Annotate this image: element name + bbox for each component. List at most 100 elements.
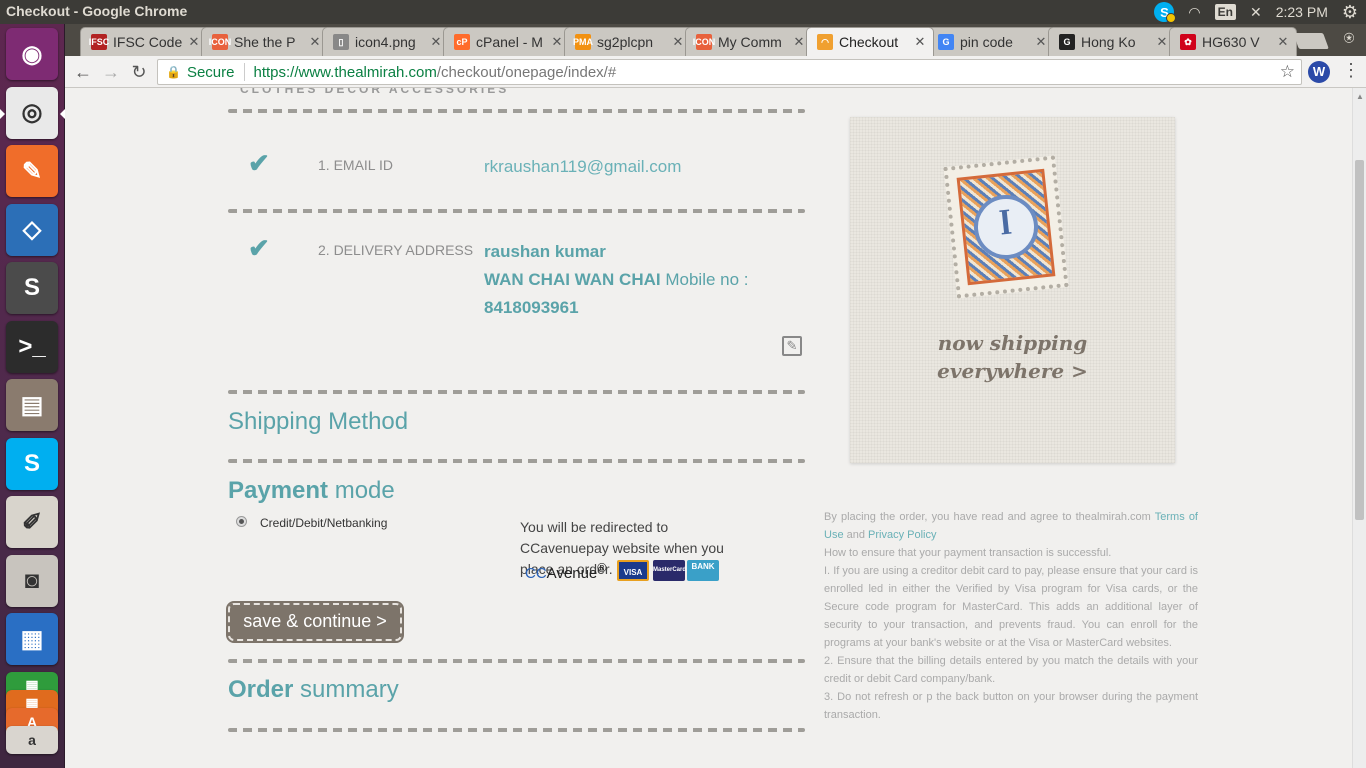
launcher-skype-icon[interactable]: S [6, 437, 58, 490]
promo-line-1: now shipping [937, 331, 1088, 355]
profile-icon[interactable]: ⍟ [1337, 28, 1361, 52]
terms-point-3: 3. Do not refresh or p the back button o… [824, 691, 1198, 721]
url-host: https://www.thealmirah.com [253, 63, 437, 81]
address-name: raushan kumar [484, 242, 606, 261]
new-tab-button[interactable] [1293, 33, 1329, 49]
launcher-virtualbox-icon[interactable]: ◇ [6, 203, 58, 256]
page-viewport: CLOTHES DECOR ACCESSORIES ✔ 1. EMAIL ID … [65, 88, 1352, 768]
tab-favicon-icon: cP [454, 34, 470, 50]
wifi-icon[interactable]: ◠ [1188, 4, 1200, 21]
close-tab-icon[interactable]: ✕ [913, 34, 927, 50]
launcher-amazon-icon[interactable]: a [6, 725, 58, 754]
payment-mode-heading: Payment mode [228, 477, 395, 505]
privacy-policy-link[interactable]: Privacy Policy [868, 529, 936, 541]
dashed-divider [228, 390, 805, 394]
payment-radio[interactable] [236, 516, 247, 527]
close-tab-icon[interactable]: ✕ [308, 34, 322, 50]
gear-icon[interactable]: ⚙ [1342, 2, 1358, 23]
bookmark-star-icon[interactable]: ☆ [1280, 62, 1295, 82]
close-tab-icon[interactable]: ✕ [550, 34, 564, 50]
checkmark-icon: ✔ [248, 233, 270, 263]
promo-text: now shipping everywhere > [850, 329, 1175, 385]
system-top-panel: Checkout - Google Chrome S ◠ En ✕ 2:23 P… [0, 0, 1366, 24]
system-tray: S ◠ En ✕ 2:23 PM ⚙ [1154, 0, 1366, 24]
tab-label: My Comm [718, 34, 782, 50]
dashed-divider [228, 209, 805, 213]
ccavenue-cc: CC [525, 565, 547, 582]
payment-terms: By placing the order, you have read and … [824, 508, 1198, 724]
omnibox-divider [244, 63, 246, 81]
launcher-file-manager-icon[interactable]: ▤ [6, 379, 58, 431]
scroll-up-icon[interactable]: ▲ [1356, 92, 1364, 101]
launcher-chrome-icon[interactable]: ◎ [0, 86, 65, 139]
ccavenue-rest: Avenue [546, 565, 598, 582]
skype-tray-icon[interactable]: S [1154, 2, 1177, 23]
top-nav-cut-off: CLOTHES DECOR ACCESSORIES [240, 88, 510, 96]
dashed-divider [228, 659, 805, 663]
order-summary-heading[interactable]: Order summary [228, 676, 399, 704]
tab-2[interactable]: ▯ icon4.png ✕ [322, 27, 450, 56]
tab-label: IFSC Code [113, 34, 183, 50]
tab-label: HG630 V [1202, 34, 1260, 50]
delivery-address: raushan kumar WAN CHAI WAN CHAI Mobile n… [484, 238, 784, 322]
tab-3[interactable]: cP cPanel - M ✕ [443, 27, 571, 56]
tab-favicon-icon: ICON [209, 34, 231, 50]
save-continue-button[interactable]: save & continue > [226, 601, 404, 643]
shipping-promo-banner[interactable]: ꟾ now shipping everywhere > [850, 117, 1175, 463]
lock-icon: 🔒 [166, 65, 181, 79]
stamp-illustration: ꟾ [943, 155, 1069, 299]
order-heading-bold: Order [228, 676, 294, 703]
payment-heading-bold: Payment [228, 477, 329, 504]
close-tab-icon[interactable]: ✕ [1276, 34, 1290, 50]
launcher-postman-icon[interactable]: ✎ [6, 145, 58, 197]
tab-1[interactable]: ICON She the P ✕ [201, 27, 329, 56]
forward-icon[interactable]: → [99, 60, 123, 84]
terms-and: and [843, 529, 869, 541]
launcher-sublime-text-icon[interactable]: S [6, 262, 58, 314]
launcher-ubuntu-dash-icon[interactable]: ◉ [6, 28, 58, 80]
payment-option-label[interactable]: Credit/Debit/Netbanking [260, 516, 387, 530]
terms-point-2: 2. Ensure that the billing details enter… [824, 655, 1198, 685]
launcher-terminal-icon[interactable]: >_ [6, 320, 58, 373]
clock[interactable]: 2:23 PM [1276, 4, 1328, 20]
browser-toolbar: ← → ↻ 🔒 Secure https://www.thealmirah.co… [65, 56, 1366, 88]
tab-label: pin code [960, 34, 1013, 50]
tab-favicon-icon: G [938, 34, 954, 50]
stamp-pattern: ꟾ [956, 168, 1056, 286]
reload-icon[interactable]: ↻ [127, 60, 151, 84]
bank-card-icon: BANK [687, 560, 719, 581]
tab-0[interactable]: IFSC IFSC Code ✕ [80, 27, 208, 56]
back-icon[interactable]: ← [71, 60, 95, 84]
keyboard-layout-indicator[interactable]: En [1214, 4, 1236, 20]
close-tab-icon[interactable]: ✕ [1034, 34, 1048, 50]
close-tab-icon[interactable]: ✕ [429, 34, 443, 50]
tab-4[interactable]: PMA sg2plcpn ✕ [564, 27, 692, 56]
close-tab-icon[interactable]: ✕ [187, 34, 201, 50]
close-tab-icon[interactable]: ✕ [792, 34, 806, 50]
launcher-camera-icon[interactable]: ◙ [6, 554, 58, 607]
tab-8[interactable]: G Hong Ko ✕ [1048, 27, 1176, 56]
page-scrollbar[interactable]: ▲ [1352, 88, 1366, 768]
tab-6[interactable]: ◠ Checkout ✕ [806, 27, 934, 56]
close-tab-icon[interactable]: ✕ [1155, 34, 1169, 50]
chrome-menu-icon[interactable]: ⋮ [1342, 60, 1360, 81]
terms-how: How to ensure that your payment transact… [824, 547, 1112, 559]
shipping-method-heading[interactable]: Shipping Method [228, 408, 408, 436]
volume-muted-icon[interactable]: ✕ [1250, 4, 1262, 21]
tab-favicon-icon: IFSC [89, 34, 109, 50]
close-tab-icon[interactable]: ✕ [671, 34, 685, 50]
edit-address-icon[interactable]: ✎ [782, 336, 802, 356]
tab-9[interactable]: ✿ HG630 V ✕ [1169, 27, 1297, 56]
scrollbar-thumb[interactable] [1355, 160, 1364, 520]
dashed-divider [228, 728, 805, 732]
address-bar[interactable]: 🔒 Secure https://www.thealmirah.com/chec… [157, 59, 1302, 85]
url-path: /checkout/onepage/index/# [436, 63, 617, 81]
launcher-libreoffice-writer-icon[interactable]: ▦ [6, 613, 58, 665]
launcher-text-editor-icon[interactable]: ✐ [6, 496, 58, 548]
tab-favicon-icon: ▯ [333, 34, 349, 50]
tab-5[interactable]: ICON My Comm ✕ [685, 27, 813, 56]
tab-7[interactable]: Gpin code ✕ [927, 27, 1055, 56]
tab-favicon-icon: ICON [693, 34, 715, 50]
extension-w-icon[interactable]: W [1308, 61, 1330, 83]
promo-line-2: everywhere > [937, 359, 1088, 383]
